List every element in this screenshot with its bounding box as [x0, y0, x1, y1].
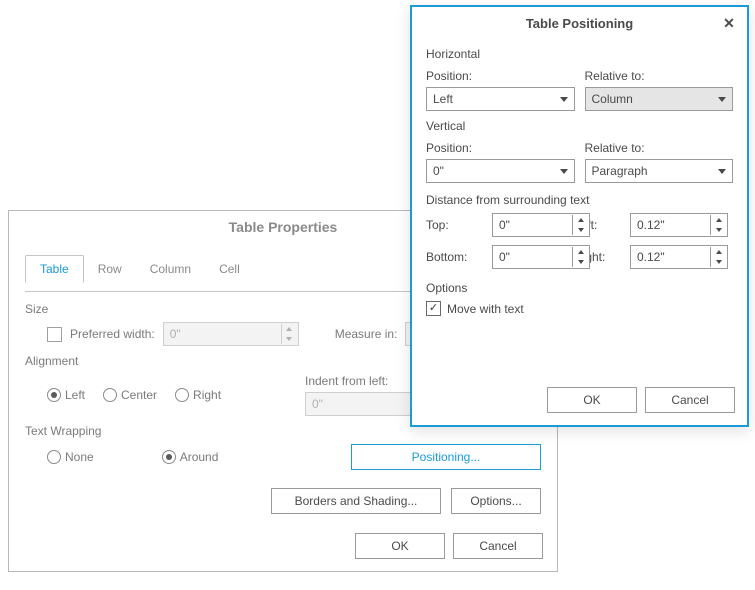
horizontal-section-label: Horizontal [426, 47, 733, 61]
v-relative-label: Relative to: [585, 141, 734, 155]
borders-shading-button[interactable]: Borders and Shading... [271, 488, 441, 514]
dialog-title: Table Positioning [526, 16, 633, 31]
tab-column[interactable]: Column [136, 256, 205, 282]
alignment-center-radio[interactable] [103, 388, 117, 402]
v-position-label: Position: [426, 141, 575, 155]
chevron-down-icon [560, 97, 568, 102]
top-label: Top: [426, 218, 484, 232]
close-icon[interactable]: ✕ [719, 13, 739, 33]
tab-table[interactable]: Table [25, 255, 84, 283]
v-relative-select[interactable]: Paragraph [585, 159, 734, 183]
chevron-down-icon [560, 169, 568, 174]
table-options-button[interactable]: Options... [451, 488, 541, 514]
move-with-text-label: Move with text [447, 302, 524, 316]
right-spinbox[interactable]: 0.12" [630, 245, 728, 269]
h-position-select[interactable]: Left [426, 87, 575, 111]
top-spinbox[interactable]: 0" [492, 213, 590, 237]
h-relative-label: Relative to: [585, 69, 734, 83]
cancel-button[interactable]: Cancel [645, 387, 735, 413]
v-position-select[interactable]: 0" [426, 159, 575, 183]
distance-section-label: Distance from surrounding text [426, 193, 733, 207]
preferred-width-input: 0" [163, 322, 299, 346]
move-with-text-checkbox[interactable] [426, 301, 441, 316]
wrapping-none-radio[interactable] [47, 450, 61, 464]
cancel-button[interactable]: Cancel [453, 533, 543, 559]
chevron-down-icon [718, 97, 726, 102]
preferred-width-checkbox[interactable] [47, 327, 62, 342]
options-section-label: Options [426, 281, 733, 295]
measure-in-label: Measure in: [335, 327, 398, 341]
alignment-left-radio[interactable] [47, 388, 61, 402]
alignment-right-radio[interactable] [175, 388, 189, 402]
wrapping-around-radio[interactable] [162, 450, 176, 464]
tab-row[interactable]: Row [84, 256, 136, 282]
vertical-section-label: Vertical [426, 119, 733, 133]
bottom-label: Bottom: [426, 250, 484, 264]
tab-cell[interactable]: Cell [205, 256, 254, 282]
chevron-down-icon [718, 169, 726, 174]
left-spinbox[interactable]: 0.12" [630, 213, 728, 237]
preferred-width-label: Preferred width: [70, 327, 155, 341]
h-position-label: Position: [426, 69, 575, 83]
bottom-spinbox[interactable]: 0" [492, 245, 590, 269]
positioning-button[interactable]: Positioning... [351, 444, 541, 470]
ok-button[interactable]: OK [355, 533, 445, 559]
ok-button[interactable]: OK [547, 387, 637, 413]
table-positioning-dialog: Table Positioning ✕ Horizontal Position:… [410, 5, 749, 427]
h-relative-select[interactable]: Column [585, 87, 734, 111]
